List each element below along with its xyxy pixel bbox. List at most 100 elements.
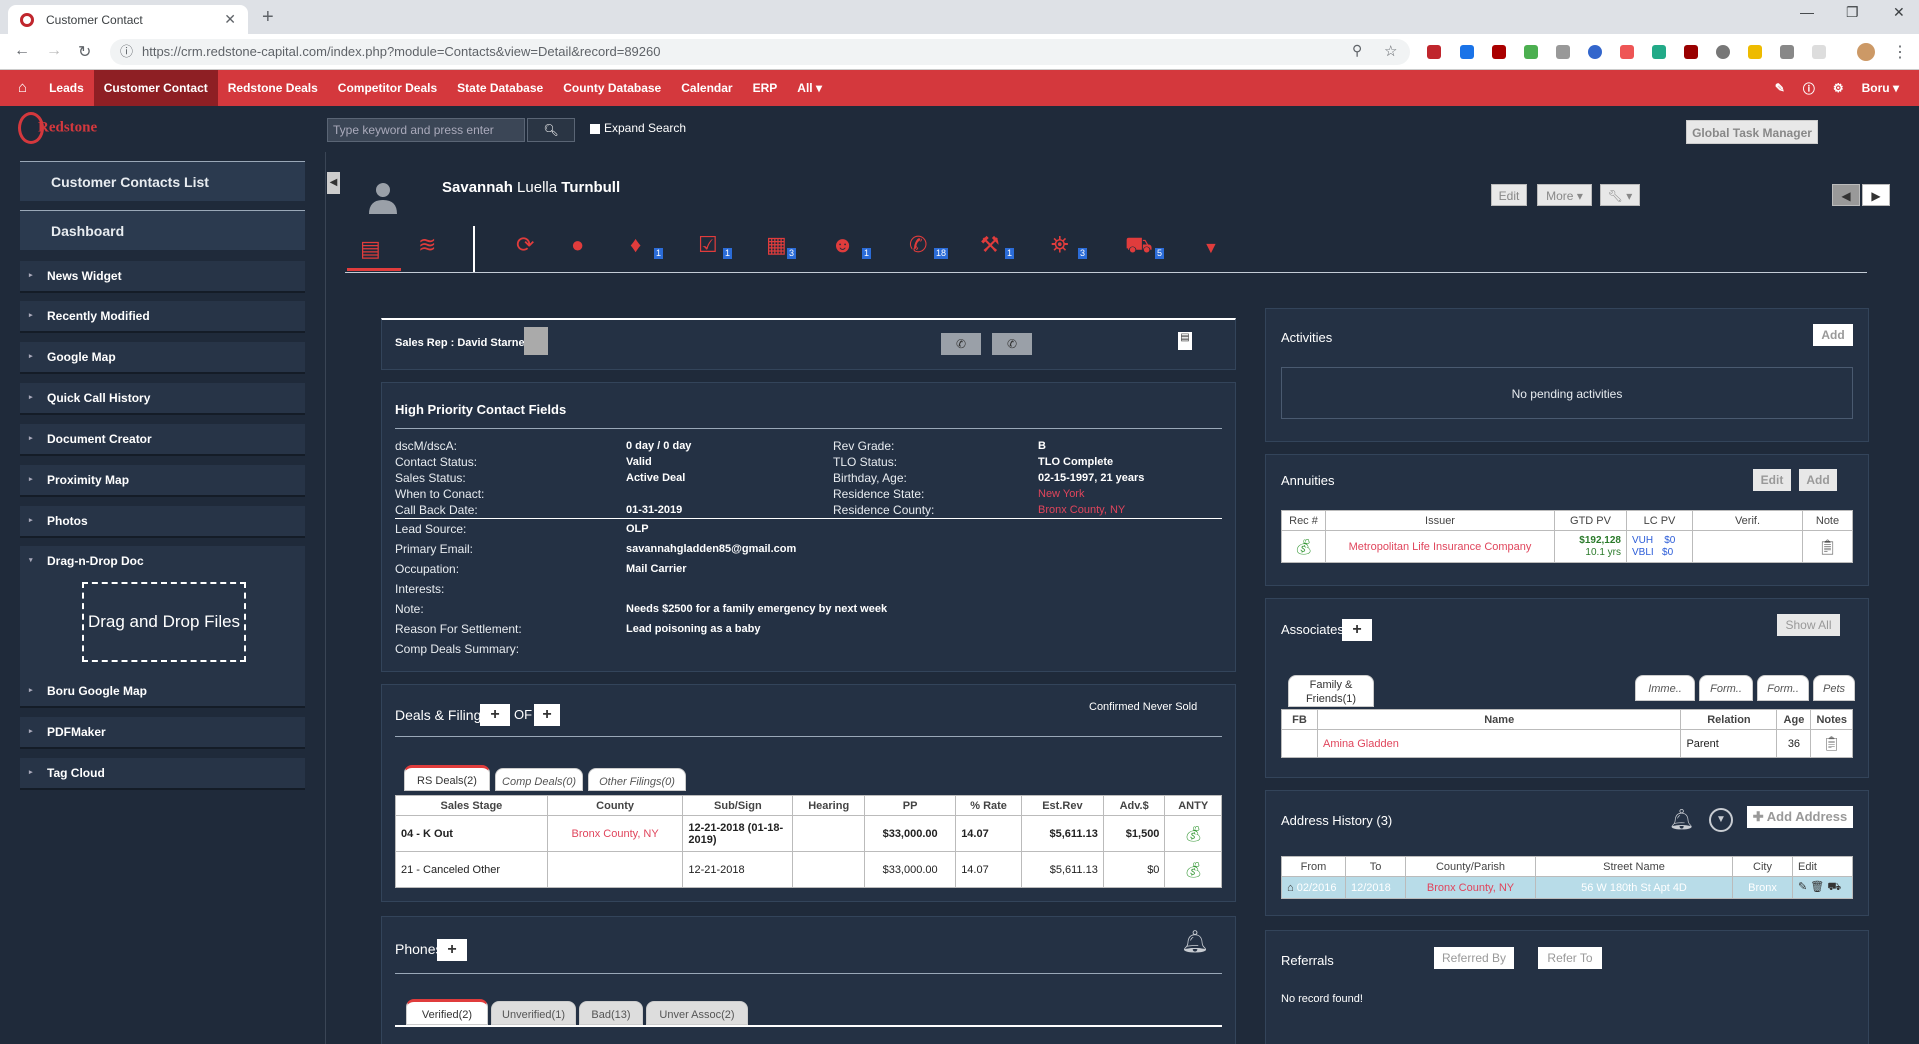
sidebar-item-google-map[interactable]: ▸ Google Map <box>20 342 305 374</box>
tab-family-friends[interactable]: Family & Friends(1) <box>1288 675 1374 707</box>
sidebar-item-drag-n-drop-doc[interactable]: ▾ Drag-n-Drop Doc <box>20 546 305 578</box>
add-annuity-button[interactable]: Add <box>1799 469 1837 491</box>
search-button[interactable]: 🔍︎ <box>527 118 575 142</box>
pdf-icon[interactable]: ▤ <box>1178 332 1192 350</box>
money-bag-icon[interactable]: 💰︎ <box>1294 539 1313 556</box>
chevron-down-icon[interactable]: ▼ <box>1709 808 1733 832</box>
extension-icon[interactable] <box>1556 45 1570 59</box>
users-icon[interactable]: ☻ <box>831 232 854 258</box>
extension-icon[interactable] <box>1780 45 1794 59</box>
pencil-icon[interactable]: ✎ <box>1798 881 1807 893</box>
sidebar-item-boru-google-map[interactable]: ▸ Boru Google Map <box>20 676 305 708</box>
sidebar-item-photos[interactable]: ▸ Photos <box>20 506 305 538</box>
bookmark-star-icon[interactable]: ☆ <box>1384 42 1397 60</box>
add-phone-button[interactable]: + <box>437 939 467 961</box>
sidebar-customer-contacts-list[interactable]: Customer Contacts List <box>20 161 305 201</box>
sidebar-dashboard[interactable]: Dashboard <box>20 210 305 250</box>
sidebar-item-recently-modified[interactable]: ▸ Recently Modified <box>20 301 305 333</box>
referred-by-button[interactable]: Referred By <box>1434 947 1514 969</box>
reload-icon[interactable]: ↻ <box>78 42 91 62</box>
calendar-check-icon[interactable]: ☑ <box>698 232 718 258</box>
more-dropdown-button[interactable]: More ▾ <box>1537 184 1592 206</box>
nav-calendar[interactable]: Calendar <box>671 70 742 106</box>
restore-icon[interactable]: ❐ <box>1846 4 1859 21</box>
table-cell[interactable]: 💰︎ <box>1281 530 1326 563</box>
nav-county-database[interactable]: County Database <box>553 70 671 106</box>
tab-former[interactable]: Form.. <box>1699 675 1753 701</box>
extension-icon[interactable] <box>1460 45 1474 59</box>
extension-icon[interactable] <box>1492 45 1506 59</box>
sidebar-item-quick-call-history[interactable]: ▸ Quick Call History <box>20 383 305 415</box>
issuer-link[interactable]: Metropolitan Life Insurance Company <box>1325 530 1555 563</box>
adblock-icon[interactable] <box>1427 45 1441 59</box>
disable-call-icon[interactable]: ✆ <box>941 333 981 355</box>
extension-icon[interactable] <box>1524 45 1538 59</box>
bell-icon[interactable]: 🔔︎ <box>1181 929 1209 955</box>
truck-icon[interactable]: ⛟ <box>1827 881 1841 893</box>
tab-immediate[interactable]: Imme.. <box>1635 675 1695 701</box>
minimize-icon[interactable]: — <box>1800 4 1814 20</box>
info-icon[interactable]: ⓘ <box>120 39 133 65</box>
home-icon[interactable]: ⌂ <box>0 70 39 106</box>
new-tab-icon[interactable]: + <box>262 6 274 29</box>
refer-to-button[interactable]: Refer To <box>1538 947 1602 969</box>
keyword-search-input[interactable]: Type keyword and press enter <box>327 118 525 142</box>
next-record-button[interactable]: ▶ <box>1862 184 1890 206</box>
add-activity-button[interactable]: Add <box>1813 324 1853 346</box>
extension-icon[interactable] <box>1652 45 1666 59</box>
money-bag-icon[interactable]: 💰︎ <box>1184 826 1203 843</box>
clipboard-icon[interactable]: 📋︎ <box>1818 539 1837 556</box>
map-icon[interactable]: ⛯ <box>1051 232 1069 258</box>
browser-tab[interactable]: Customer Contact ✕ <box>8 5 248 34</box>
nav-redstone-deals[interactable]: Redstone Deals <box>218 70 328 106</box>
tools-dropdown-button[interactable]: 🔧︎ ▾ <box>1600 184 1640 206</box>
sidebar-item-tag-cloud[interactable]: ▸ Tag Cloud <box>20 758 305 790</box>
tab-verified[interactable]: Verified(2) <box>406 999 488 1025</box>
tab-other-filings[interactable]: Other Filings(0) <box>588 768 686 791</box>
extension-icon[interactable] <box>1716 45 1730 59</box>
add-address-button[interactable]: ✚ Add Address <box>1747 806 1853 828</box>
tab-pets[interactable]: Pets <box>1813 675 1855 701</box>
table-row[interactable]: 💰︎ Metropolitan Life Insurance Company $… <box>1281 530 1853 563</box>
pencil-icon[interactable]: ✎ <box>1775 81 1785 95</box>
tab-former[interactable]: Form.. <box>1757 675 1809 701</box>
field-value-link[interactable]: New York <box>1038 488 1084 500</box>
contact-card-icon[interactable]: ▤ <box>360 236 381 262</box>
extension-icon[interactable] <box>1812 45 1826 59</box>
tab-unver-assoc[interactable]: Unver Assoc(2) <box>646 1001 748 1025</box>
collapse-sidebar-button[interactable]: ◀ <box>327 172 340 194</box>
tab-rs-deals[interactable]: RS Deals(2) <box>404 765 490 791</box>
table-row[interactable]: Amina Gladden Parent 36 📋︎ <box>1281 729 1853 758</box>
table-cell[interactable]: 📋︎ <box>1802 530 1853 563</box>
truck-icon[interactable]: ⛟ <box>1125 232 1153 261</box>
document-icon[interactable]: ▦ <box>766 232 787 258</box>
sidebar-item-news-widget[interactable]: ▸ News Widget <box>20 261 305 293</box>
county-link[interactable]: Bronx County, NY <box>1405 876 1536 899</box>
layers-icon[interactable]: ≋ <box>418 232 436 258</box>
add-associate-button[interactable]: + <box>1342 619 1372 641</box>
table-row[interactable]: 21 - Canceled Other 12-21-2018 $33,000.0… <box>395 851 1222 888</box>
table-cell[interactable]: 📋︎ <box>1810 729 1853 758</box>
close-tab-icon[interactable]: ✕ <box>224 11 236 28</box>
add-of-button[interactable]: + <box>534 704 560 726</box>
nav-erp[interactable]: ERP <box>743 70 788 106</box>
tab-comp-deals[interactable]: Comp Deals(0) <box>495 768 583 791</box>
gavel-icon[interactable]: ⚒ <box>980 232 1000 258</box>
global-task-manager-button[interactable]: Global Task Manager <box>1686 120 1818 144</box>
menu-kebab-icon[interactable]: ⋮ <box>1892 42 1908 62</box>
call-icon[interactable]: ✆ <box>992 333 1032 355</box>
extension-icon[interactable] <box>1620 45 1634 59</box>
money-bag-icon[interactable]: ♦ <box>630 232 641 258</box>
tab-bad[interactable]: Bad(13) <box>579 1001 643 1025</box>
table-cell[interactable]: 💰︎ <box>1164 851 1222 888</box>
money-bag-icon[interactable]: 💰︎ <box>1184 862 1203 879</box>
trash-icon[interactable]: 🗑︎ <box>1810 881 1824 893</box>
expand-search-checkbox[interactable]: Expand Search <box>590 121 686 135</box>
gear-icon[interactable]: ⚙ <box>1833 81 1844 95</box>
associate-name-link[interactable]: Amina Gladden <box>1316 729 1682 758</box>
nav-customer-contact[interactable]: Customer Contact <box>93 70 218 106</box>
user-menu[interactable]: Boru ▾ <box>1862 81 1899 95</box>
show-all-button[interactable]: Show All <box>1777 614 1840 636</box>
add-deal-button[interactable]: + <box>480 704 510 726</box>
bell-icon[interactable]: 🔔︎ <box>1669 807 1694 832</box>
